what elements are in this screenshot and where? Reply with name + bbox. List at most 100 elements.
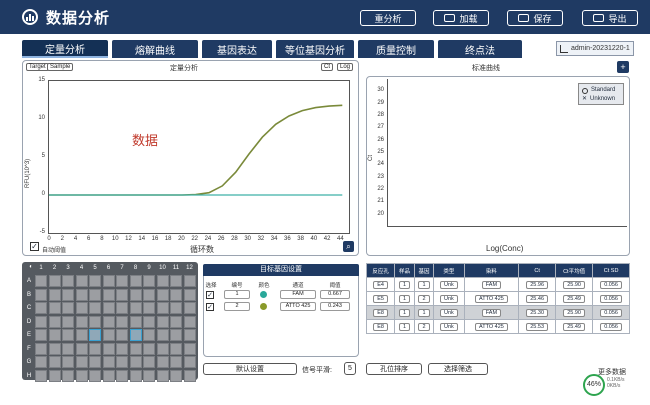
plate-well[interactable] — [156, 369, 169, 382]
plate-well[interactable] — [35, 356, 47, 368]
plate-col-header[interactable]: 5 — [88, 265, 102, 271]
plate-well[interactable] — [116, 329, 128, 341]
plate-well[interactable] — [143, 315, 155, 328]
plate-well[interactable] — [183, 342, 196, 355]
tab-gene-expression[interactable]: 基因表达 — [202, 40, 272, 58]
plate-well[interactable] — [75, 315, 88, 328]
amp-curve-series-1[interactable] — [49, 104, 343, 196]
plate-well[interactable] — [116, 356, 128, 368]
plate-well[interactable] — [89, 315, 101, 328]
plate-row-header[interactable]: E — [24, 332, 34, 338]
plate-col-header[interactable]: 8 — [129, 265, 143, 271]
plate-well[interactable] — [48, 356, 61, 368]
auto-threshold-checkbox[interactable]: ✓ — [30, 242, 39, 251]
plate-well[interactable] — [170, 302, 182, 314]
plate-well[interactable] — [62, 329, 74, 341]
plate-well[interactable] — [35, 275, 47, 287]
plate-col-header[interactable]: 9 — [142, 265, 156, 271]
load-button[interactable]: 加载 — [433, 10, 489, 26]
plate-row-header[interactable]: A — [24, 278, 34, 284]
target-threshold-input[interactable]: 0.667 — [320, 290, 350, 299]
sample-toggle[interactable]: Sample — [47, 63, 74, 71]
plate-well[interactable] — [75, 342, 88, 355]
plate-well[interactable] — [102, 288, 115, 301]
plate-well[interactable] — [156, 288, 169, 301]
target-row-checkbox[interactable]: ✓ — [206, 291, 214, 299]
plate-well[interactable] — [35, 369, 47, 382]
plate-well[interactable] — [102, 302, 115, 314]
plate-well[interactable] — [116, 275, 128, 287]
plate-col-header[interactable]: 11 — [169, 265, 183, 271]
log-scale-toggle[interactable]: Log — [337, 63, 354, 71]
plate-well[interactable] — [102, 275, 115, 287]
plate-well[interactable] — [89, 356, 101, 368]
plate-well[interactable] — [116, 342, 128, 355]
plate-well[interactable] — [170, 329, 182, 341]
plate-well[interactable] — [156, 356, 169, 368]
plate-well[interactable] — [170, 342, 182, 355]
plate-row-header[interactable]: B — [24, 292, 34, 298]
plate-well[interactable] — [62, 302, 74, 314]
plate-well[interactable] — [129, 315, 142, 328]
plate-well[interactable] — [75, 369, 88, 382]
plate-well[interactable] — [89, 275, 101, 287]
plate-well[interactable] — [156, 315, 169, 328]
target-id-input[interactable]: 1 — [224, 290, 250, 299]
table-row[interactable]: E4 1 1 Unk FAM 25.96 25.90 0.056 — [365, 277, 630, 292]
tab-melt-curve[interactable]: 熔解曲线 — [112, 40, 198, 58]
plate-well[interactable] — [156, 302, 169, 314]
plate-col-header[interactable]: 10 — [156, 265, 170, 271]
plate-well[interactable] — [143, 369, 155, 382]
plate-well[interactable] — [183, 302, 196, 314]
plate-well[interactable] — [48, 302, 61, 314]
col-well[interactable]: 反应孔 — [365, 263, 396, 278]
plate-row-header[interactable]: F — [24, 346, 34, 352]
plate-well[interactable] — [89, 329, 101, 341]
plate-col-header[interactable]: 1 — [34, 265, 48, 271]
plate-row-header[interactable]: C — [24, 305, 34, 311]
col-ct-sd[interactable]: Ct SD — [592, 263, 630, 278]
plate-well[interactable] — [102, 342, 115, 355]
reanalyze-button[interactable]: 重分析 — [360, 10, 416, 26]
zoom-icon[interactable]: ⌕ — [343, 241, 354, 252]
amp-plot-area[interactable] — [48, 80, 350, 234]
target-toggle[interactable]: Target — [26, 63, 49, 71]
plate-well[interactable] — [143, 342, 155, 355]
plate-well[interactable] — [129, 302, 142, 314]
plate-well[interactable] — [102, 329, 115, 341]
plate-well[interactable] — [170, 356, 182, 368]
plate-well[interactable] — [156, 275, 169, 287]
sort-by-well-button[interactable]: 孔位排序 — [366, 363, 422, 375]
plate-well[interactable] — [143, 329, 155, 341]
plate-row-header[interactable]: H — [24, 373, 34, 379]
plate-well[interactable] — [116, 315, 128, 328]
plate-well[interactable] — [89, 342, 101, 355]
plate-well[interactable] — [129, 369, 142, 382]
plate-well[interactable] — [62, 315, 74, 328]
plate-well[interactable] — [48, 315, 61, 328]
plate-well[interactable] — [35, 302, 47, 314]
col-ct[interactable]: Ct — [518, 263, 557, 278]
plate-well[interactable] — [129, 342, 142, 355]
select-filter-button[interactable]: 选择筛选 — [428, 363, 488, 375]
col-type[interactable]: 类型 — [433, 263, 465, 278]
plate-well[interactable] — [75, 288, 88, 301]
plate-col-header[interactable]: 12 — [183, 265, 197, 271]
plate-col-header[interactable]: 2 — [48, 265, 62, 271]
plate-well[interactable] — [102, 369, 115, 382]
plate-row-header[interactable]: D — [24, 319, 34, 325]
plate-well[interactable] — [183, 275, 196, 287]
plate-well[interactable] — [62, 342, 74, 355]
tab-quant-analysis[interactable]: 定量分析 — [22, 40, 108, 58]
col-gene[interactable]: 基因 — [413, 263, 435, 278]
target-channel-select[interactable]: FAM — [280, 290, 316, 299]
plate-well[interactable] — [48, 329, 61, 341]
plate-well[interactable] — [183, 329, 196, 341]
plate-well[interactable] — [102, 356, 115, 368]
target-channel-select[interactable]: ATTO 425 — [280, 302, 316, 311]
plate-well[interactable] — [129, 288, 142, 301]
plate-col-header[interactable]: 4 — [75, 265, 89, 271]
plate-well[interactable] — [143, 275, 155, 287]
plate-well[interactable] — [183, 288, 196, 301]
plate-well[interactable] — [89, 369, 101, 382]
